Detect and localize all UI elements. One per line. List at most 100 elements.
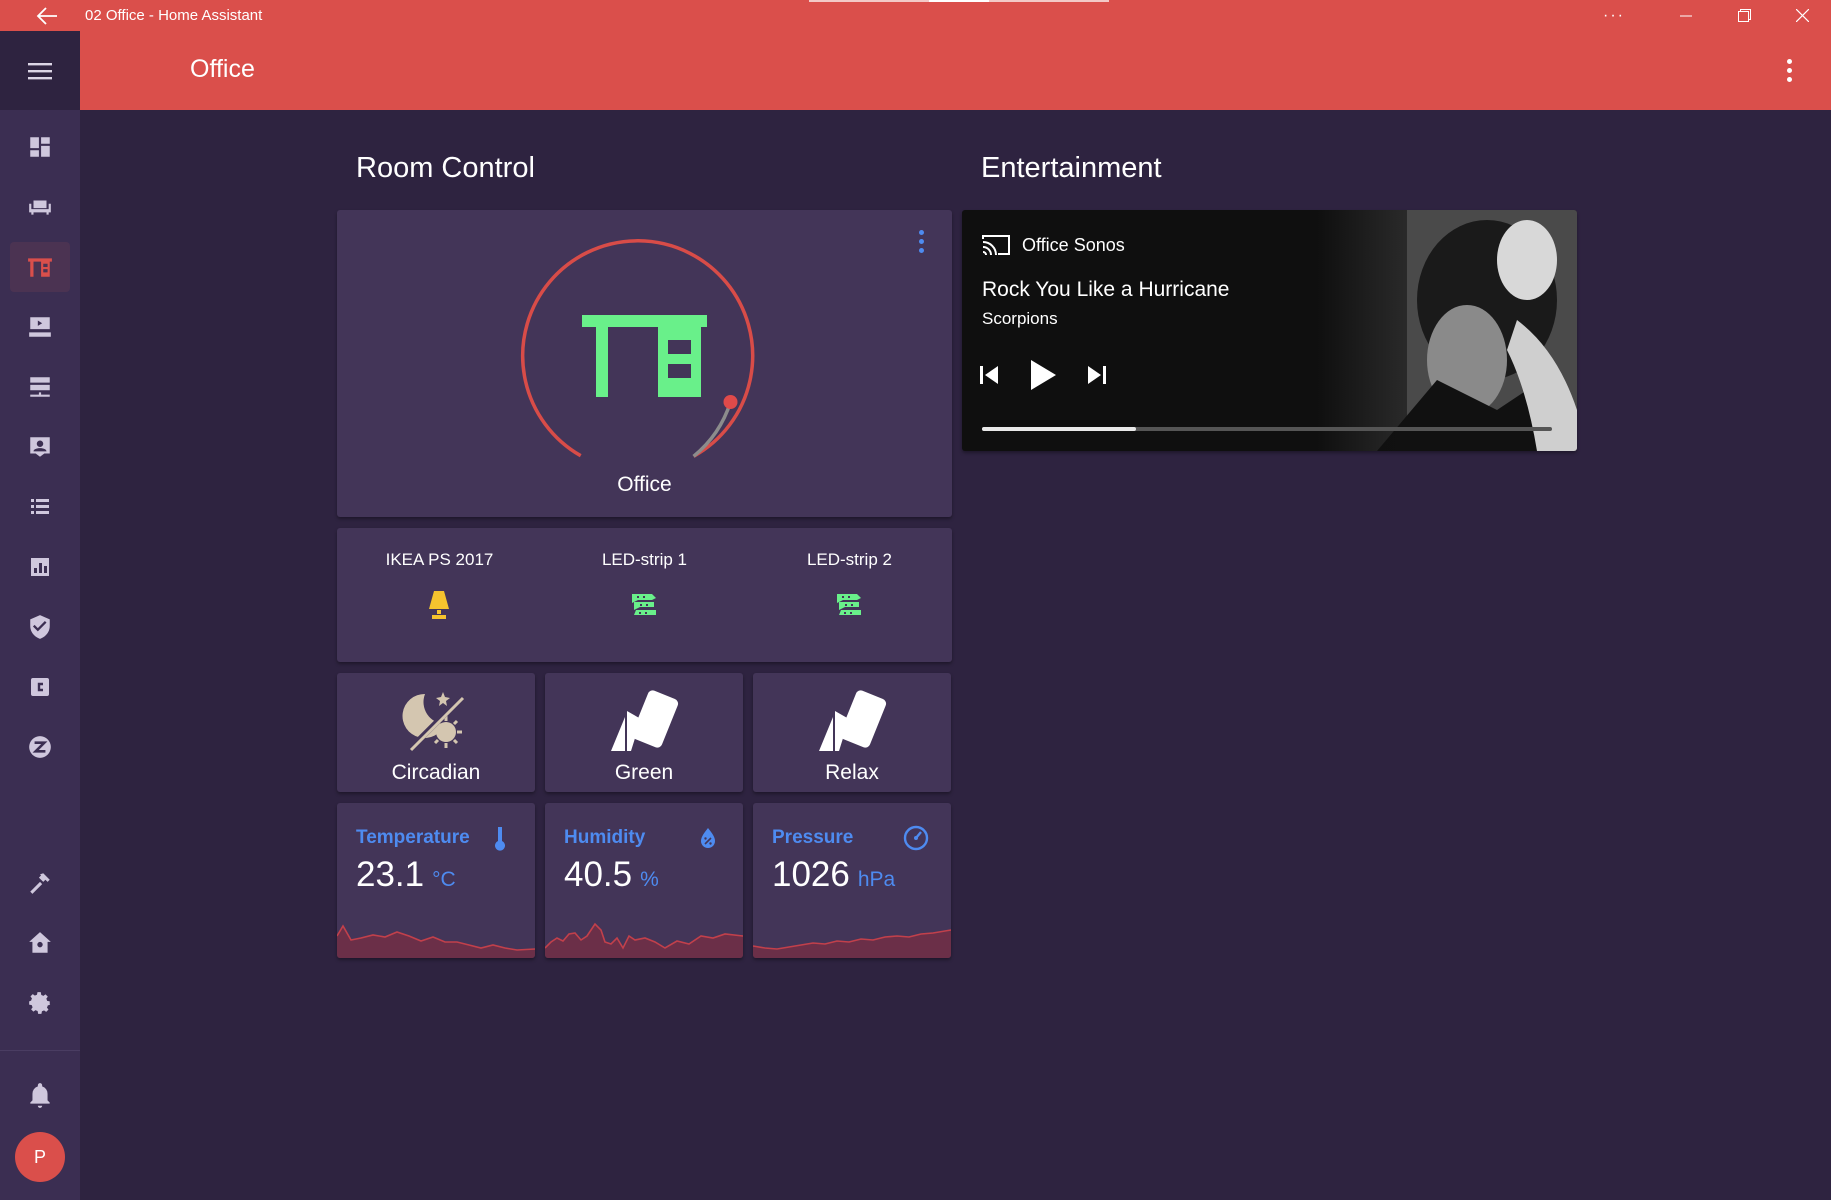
led-strip-icon: [632, 594, 657, 615]
media-player-card[interactable]: Office Sonos Rock You Like a Hurricane S…: [962, 210, 1577, 451]
media-progress-fill: [982, 427, 1136, 431]
sensor-value: 1026 hPa: [772, 855, 896, 894]
glance-item-led-strip-1[interactable]: LED-strip 1: [542, 550, 747, 620]
media-source-name: Office Sonos: [1022, 234, 1125, 255]
avatar[interactable]: P: [15, 1132, 65, 1182]
glance-item-label: IKEA PS 2017: [385, 550, 494, 569]
sensor-card-humidity[interactable]: Humidity 40.5%: [545, 803, 743, 958]
sensor-name: Pressure: [772, 827, 854, 848]
minimize-icon: [1680, 15, 1692, 16]
back-button[interactable]: [0, 0, 93, 31]
lamp-icon: [429, 591, 450, 619]
hammer-icon: [30, 873, 50, 894]
sidebar-item-settings[interactable]: [10, 978, 70, 1028]
sidebar-item-theater[interactable]: [10, 302, 70, 352]
sensor-name: Temperature: [356, 827, 470, 848]
sensor-name: Humidity: [564, 827, 646, 848]
album-art-image: [1317, 210, 1577, 451]
media-progress-bar[interactable]: [982, 427, 1552, 431]
sidebar-item-server[interactable]: [10, 362, 70, 412]
glance-item-led-strip-2[interactable]: LED-strip 2: [747, 550, 952, 620]
sidebar-item-developer-tools[interactable]: [10, 858, 70, 908]
sidebar-item-code[interactable]: [10, 662, 70, 712]
sidebar-item-office[interactable]: [10, 242, 70, 292]
close-button[interactable]: [1773, 0, 1831, 31]
minimize-button[interactable]: [1657, 0, 1715, 31]
window-titlebar: 02 Office - Home Assistant ···: [0, 0, 1831, 31]
sensor-unit: hPa: [857, 868, 896, 891]
scene-button-green[interactable]: Green: [545, 673, 743, 792]
desk-icon: [582, 315, 707, 397]
skip-next-icon[interactable]: [1086, 364, 1108, 386]
titlebar-drag-indicator: [809, 0, 1109, 2]
desk-icon: [28, 258, 52, 277]
z-wave-icon: [29, 736, 51, 758]
glance-item-label: LED-strip 2: [806, 550, 892, 569]
page-title: Office: [190, 55, 255, 83]
media-artist: Scorpions: [982, 309, 1058, 328]
glance-card: IKEA PS 2017 LED-strip 1 LED-strip 2: [337, 528, 952, 662]
water-percent-icon: [701, 828, 715, 848]
sensor-unit: %: [640, 868, 659, 891]
section-title-room-control: Room Control: [356, 152, 535, 184]
thermostat-card: Office: [337, 210, 952, 517]
thermostat-name: Office: [617, 473, 672, 496]
list-icon: [31, 499, 49, 514]
temperature-sparkline: [337, 924, 535, 958]
sensor-card-pressure[interactable]: Pressure 1026 hPa: [753, 803, 951, 958]
bell-icon: [30, 1083, 50, 1108]
sensor-value: 23.1 °C: [356, 855, 456, 894]
scene-name: Circadian: [391, 761, 481, 784]
palette-swatch-icon: [611, 690, 679, 751]
shield-check-icon: [30, 615, 50, 639]
sensor-card-temperature[interactable]: Temperature 23.1 °C: [337, 803, 535, 958]
skip-previous-icon[interactable]: [978, 364, 1000, 386]
arrow-left-icon: [36, 6, 57, 25]
humidity-sparkline: [545, 922, 743, 958]
media-title: Rock You Like a Hurricane: [982, 278, 1230, 301]
glance-item-ikea-ps-2017[interactable]: IKEA PS 2017: [337, 550, 542, 620]
close-icon: [1795, 9, 1809, 22]
sidebar-item-supervisor[interactable]: [10, 918, 70, 968]
thermostat-more-info-button[interactable]: [916, 230, 926, 254]
sidebar: P: [0, 110, 80, 1200]
window-title: 02 Office - Home Assistant: [85, 7, 263, 24]
app-toolbar: Office: [0, 31, 1831, 110]
server-icon: [30, 377, 50, 397]
scene-button-relax[interactable]: Relax: [753, 673, 951, 792]
play-icon[interactable]: [1028, 358, 1058, 392]
sofa-icon: [29, 200, 51, 215]
sidebar-item-overview[interactable]: [10, 122, 70, 172]
more-options-icon[interactable]: ···: [1594, 0, 1634, 31]
chart-bar-icon: [31, 558, 49, 576]
sidebar-item-zwave[interactable]: [10, 722, 70, 772]
restore-icon: [1737, 9, 1751, 22]
sidebar-item-history[interactable]: [10, 542, 70, 592]
sidebar-item-security[interactable]: [10, 602, 70, 652]
code-c-icon: [31, 678, 49, 696]
pressure-sparkline: [753, 929, 951, 958]
theme-light-dark-icon: [402, 692, 466, 753]
sensor-unit: °C: [432, 868, 456, 891]
scene-name: Relax: [825, 761, 879, 784]
sidebar-item-notifications[interactable]: [10, 1070, 70, 1120]
sensor-value: 40.5%: [564, 855, 659, 894]
sidebar-item-living-room[interactable]: [10, 182, 70, 232]
home-gear-icon: [29, 932, 51, 953]
header-overflow-menu-button[interactable]: [1777, 55, 1801, 85]
sidebar-item-people[interactable]: [10, 422, 70, 472]
scene-button-circadian[interactable]: Circadian: [337, 673, 535, 792]
scene-name: Green: [614, 761, 674, 784]
restore-button[interactable]: [1715, 0, 1773, 31]
account-box-icon: [30, 437, 50, 457]
sidebar-divider: [0, 1050, 80, 1051]
glance-item-label: LED-strip 1: [601, 550, 687, 569]
dashboard-icon: [30, 137, 50, 157]
cast-icon: [982, 235, 1010, 256]
cog-icon: [29, 992, 51, 1014]
sidebar-item-list[interactable]: [10, 482, 70, 532]
media-source: Office Sonos: [982, 234, 1125, 256]
menu-button[interactable]: [0, 31, 80, 110]
menu-icon: [28, 62, 52, 79]
section-title-entertainment: Entertainment: [981, 152, 1162, 184]
